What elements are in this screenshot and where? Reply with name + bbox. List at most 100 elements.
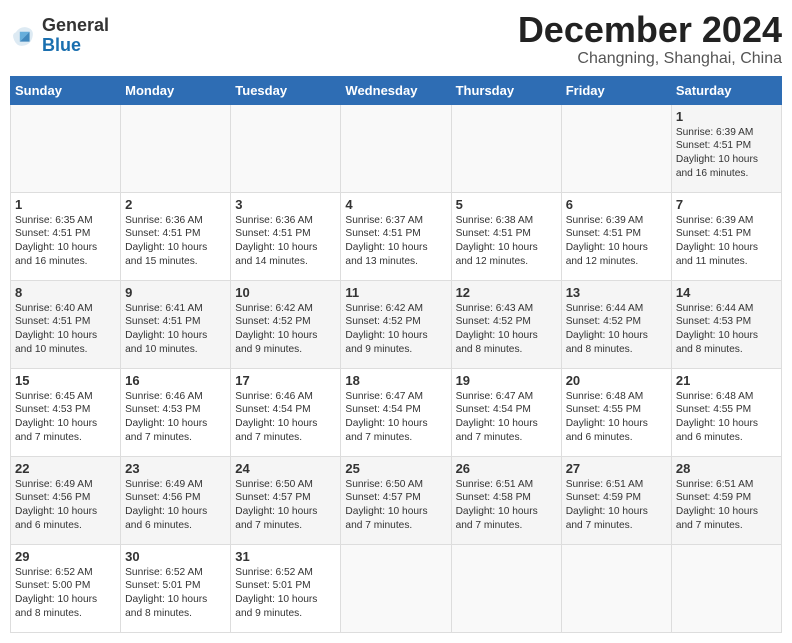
calendar-cell: 4Sunrise: 6:37 AMSunset: 4:51 PMDaylight… <box>341 192 451 280</box>
calendar-cell: 10 Sunrise: 6:42 AMSunset: 4:52 PMDayligh… <box>231 280 341 368</box>
calendar-cell: 30Sunrise: 6:52 AMSunset: 5:01 PMDayligh… <box>121 544 231 632</box>
cell-info: Sunrise: 6:38 AMSunset: 4:51 PMDaylight:… <box>456 214 557 269</box>
day-number: 10 <box>235 285 336 300</box>
calendar-cell <box>341 104 451 192</box>
location-subtitle: Changning, Shanghai, China <box>518 50 782 68</box>
calendar-cell: 21Sunrise: 6:48 AMSunset: 4:55 PMDayligh… <box>671 368 781 456</box>
calendar-cell <box>561 104 671 192</box>
cell-info: Sunrise: 6:47 AMSunset: 4:54 PMDaylight:… <box>456 390 557 445</box>
day-number: 24 <box>235 461 336 476</box>
day-number: 19 <box>456 373 557 388</box>
calendar-cell: 8 Sunrise: 6:40 AMSunset: 4:51 PMDaylight… <box>11 280 121 368</box>
cell-info: Sunrise: 6:44 AMSunset: 4:53 PMDaylight:… <box>676 302 777 357</box>
calendar-cell: 20 Sunrise: 6:48 AMSunset: 4:55 PMDayligh… <box>561 368 671 456</box>
day-number: 9 <box>125 285 226 300</box>
cell-info: Sunrise: 6:51 AMSunset: 4:59 PMDaylight:… <box>566 478 667 533</box>
day-number: 15 <box>15 373 116 388</box>
cell-info: Sunrise: 6:52 AMSunset: 5:00 PMDaylight:… <box>15 566 116 621</box>
calendar-cell: 6 Sunrise: 6:39 AMSunset: 4:51 PMDaylight… <box>561 192 671 280</box>
calendar-cell: 17 Sunrise: 6:46 AMSunset: 4:54 PMDayligh… <box>231 368 341 456</box>
logo-text: General Blue <box>42 16 109 56</box>
header-thursday: Thursday <box>451 76 561 104</box>
day-number: 21 <box>676 373 777 388</box>
calendar-table: SundayMondayTuesdayWednesdayThursdayFrid… <box>10 76 782 633</box>
calendar-cell: 5 Sunrise: 6:38 AMSunset: 4:51 PMDaylight… <box>451 192 561 280</box>
calendar-cell: 11 Sunrise: 6:42 AMSunset: 4:52 PMDayligh… <box>341 280 451 368</box>
day-number: 6 <box>566 197 667 212</box>
calendar-cell: 13 Sunrise: 6:44 AMSunset: 4:52 PMDayligh… <box>561 280 671 368</box>
cell-info: Sunrise: 6:39 AMSunset: 4:51 PMDaylight:… <box>566 214 667 269</box>
cell-info: Sunrise: 6:39 AMSunset: 4:51 PMDaylight:… <box>676 126 777 181</box>
calendar-cell: 27Sunrise: 6:51 AMSunset: 4:59 PMDayligh… <box>561 456 671 544</box>
logo-general: General <box>42 16 109 36</box>
day-number: 2 <box>125 197 226 212</box>
cell-info: Sunrise: 6:43 AMSunset: 4:52 PMDaylight:… <box>456 302 557 357</box>
day-number: 1 <box>676 109 777 124</box>
cell-info: Sunrise: 6:39 AMSunset: 4:51 PMDaylight:… <box>676 214 777 269</box>
calendar-cell <box>561 544 671 632</box>
cell-info: Sunrise: 6:40 AMSunset: 4:51 PMDaylight:… <box>15 302 116 357</box>
day-number: 13 <box>566 285 667 300</box>
cell-info: Sunrise: 6:44 AMSunset: 4:52 PMDaylight:… <box>566 302 667 357</box>
cell-info: Sunrise: 6:50 AMSunset: 4:57 PMDaylight:… <box>345 478 446 533</box>
day-number: 16 <box>125 373 226 388</box>
day-number: 22 <box>15 461 116 476</box>
cell-info: Sunrise: 6:46 AMSunset: 4:54 PMDaylight:… <box>235 390 336 445</box>
cell-info: Sunrise: 6:41 AMSunset: 4:51 PMDaylight:… <box>125 302 226 357</box>
day-number: 26 <box>456 461 557 476</box>
week-row-1: 1 Sunrise: 6:35 AMSunset: 4:51 PMDaylight… <box>11 192 782 280</box>
day-number: 11 <box>345 285 446 300</box>
calendar-cell: 31Sunrise: 6:52 AMSunset: 5:01 PMDayligh… <box>231 544 341 632</box>
day-number: 7 <box>676 197 777 212</box>
logo-blue: Blue <box>42 36 109 56</box>
day-number: 25 <box>345 461 446 476</box>
calendar-cell: 1 Sunrise: 6:35 AMSunset: 4:51 PMDaylight… <box>11 192 121 280</box>
cell-info: Sunrise: 6:50 AMSunset: 4:57 PMDaylight:… <box>235 478 336 533</box>
month-title: December 2024 <box>518 10 782 50</box>
week-row-3: 15Sunrise: 6:45 AMSunset: 4:53 PMDayligh… <box>11 368 782 456</box>
cell-info: Sunrise: 6:36 AMSunset: 4:51 PMDaylight:… <box>235 214 336 269</box>
week-row-5: 29 Sunrise: 6:52 AMSunset: 5:00 PMDayligh… <box>11 544 782 632</box>
calendar-cell: 12 Sunrise: 6:43 AMSunset: 4:52 PMDayligh… <box>451 280 561 368</box>
cell-info: Sunrise: 6:51 AMSunset: 4:58 PMDaylight:… <box>456 478 557 533</box>
cell-info: Sunrise: 6:48 AMSunset: 4:55 PMDaylight:… <box>566 390 667 445</box>
calendar-cell: 1 Sunrise: 6:39 AMSunset: 4:51 PMDaylight… <box>671 104 781 192</box>
header-wednesday: Wednesday <box>341 76 451 104</box>
calendar-cell: 16Sunrise: 6:46 AMSunset: 4:53 PMDayligh… <box>121 368 231 456</box>
day-number: 20 <box>566 373 667 388</box>
day-number: 29 <box>15 549 116 564</box>
cell-info: Sunrise: 6:42 AMSunset: 4:52 PMDaylight:… <box>235 302 336 357</box>
cell-info: Sunrise: 6:35 AMSunset: 4:51 PMDaylight:… <box>15 214 116 269</box>
day-number: 23 <box>125 461 226 476</box>
calendar-cell: 18 Sunrise: 6:47 AMSunset: 4:54 PMDayligh… <box>341 368 451 456</box>
logo-icon <box>10 22 38 50</box>
day-number: 5 <box>456 197 557 212</box>
calendar-cell: 22Sunrise: 6:49 AMSunset: 4:56 PMDayligh… <box>11 456 121 544</box>
cell-info: Sunrise: 6:51 AMSunset: 4:59 PMDaylight:… <box>676 478 777 533</box>
calendar-cell: 14 Sunrise: 6:44 AMSunset: 4:53 PMDayligh… <box>671 280 781 368</box>
calendar-cell: 26 Sunrise: 6:51 AMSunset: 4:58 PMDayligh… <box>451 456 561 544</box>
cell-info: Sunrise: 6:52 AMSunset: 5:01 PMDaylight:… <box>125 566 226 621</box>
day-number: 1 <box>15 197 116 212</box>
cell-info: Sunrise: 6:47 AMSunset: 4:54 PMDaylight:… <box>345 390 446 445</box>
cell-info: Sunrise: 6:37 AMSunset: 4:51 PMDaylight:… <box>345 214 446 269</box>
day-number: 18 <box>345 373 446 388</box>
day-number: 3 <box>235 197 336 212</box>
cell-info: Sunrise: 6:36 AMSunset: 4:51 PMDaylight:… <box>125 214 226 269</box>
day-number: 14 <box>676 285 777 300</box>
calendar-cell: 3 Sunrise: 6:36 AMSunset: 4:51 PMDaylight… <box>231 192 341 280</box>
logo: General Blue <box>10 16 109 56</box>
calendar-cell: 24 Sunrise: 6:50 AMSunset: 4:57 PMDayligh… <box>231 456 341 544</box>
calendar-cell <box>11 104 121 192</box>
day-number: 8 <box>15 285 116 300</box>
calendar-cell: 25 Sunrise: 6:50 AMSunset: 4:57 PMDayligh… <box>341 456 451 544</box>
day-number: 17 <box>235 373 336 388</box>
week-row-2: 8 Sunrise: 6:40 AMSunset: 4:51 PMDaylight… <box>11 280 782 368</box>
cell-info: Sunrise: 6:42 AMSunset: 4:52 PMDaylight:… <box>345 302 446 357</box>
calendar-cell <box>671 544 781 632</box>
day-number: 12 <box>456 285 557 300</box>
calendar-cell <box>231 104 341 192</box>
week-row-4: 22Sunrise: 6:49 AMSunset: 4:56 PMDayligh… <box>11 456 782 544</box>
day-number: 31 <box>235 549 336 564</box>
calendar-cell <box>451 104 561 192</box>
